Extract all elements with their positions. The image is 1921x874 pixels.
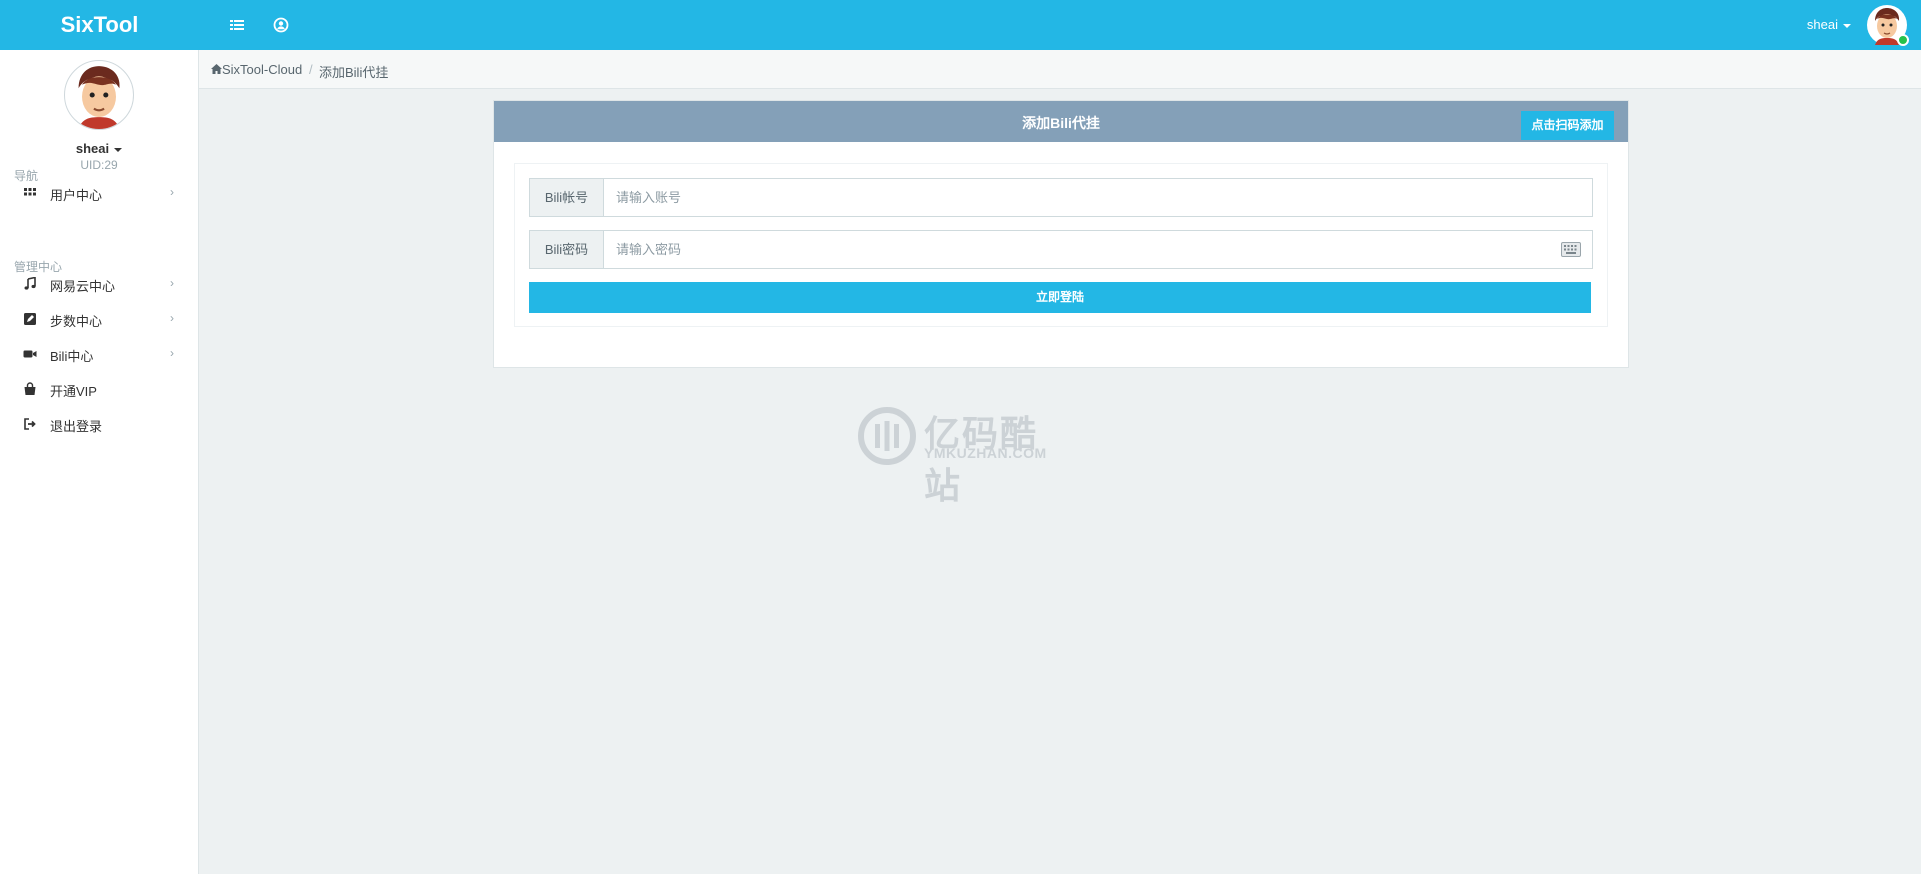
chevron-right-icon: ›: [170, 346, 174, 360]
panel-title: 添加Bili代挂: [1022, 115, 1100, 131]
sidebar-item-label: Bili中心: [50, 349, 94, 364]
watermark-domain: YMKUZHAN.COM: [924, 445, 1047, 461]
account-label: Bili帐号: [530, 179, 604, 216]
video-camera-icon: [23, 350, 37, 358]
edit-square-icon: [24, 313, 36, 325]
music-icon: [24, 277, 36, 290]
caret-down-icon: [1843, 23, 1851, 28]
sidebar-user-name: sheai: [75, 141, 110, 156]
breadcrumb: SixTool-Cloud / 添加Bili代挂: [199, 50, 1921, 89]
sidebar-item-user-center[interactable]: 用户中心 ›: [0, 178, 198, 208]
grid-icon: [24, 188, 36, 196]
sidebar-item-steps-center[interactable]: 步数中心 ›: [0, 304, 198, 334]
scan-add-button[interactable]: 点击扫码添加: [1521, 111, 1614, 140]
account-input[interactable]: [604, 179, 1596, 216]
sidebar-item-label: 用户中心: [50, 188, 103, 203]
sidebar-item-bili-center[interactable]: Bili中心 ›: [0, 339, 198, 369]
brand-logo[interactable]: SixTool: [0, 0, 199, 50]
chevron-right-icon: ›: [170, 311, 174, 325]
password-label: Bili密码: [530, 231, 604, 268]
keyboard-icon[interactable]: [1561, 242, 1581, 257]
chevron-right-icon: ›: [170, 276, 174, 290]
breadcrumb-home-link[interactable]: SixTool-Cloud: [222, 62, 302, 77]
sidebar-user-dropdown[interactable]: sheai: [0, 141, 198, 156]
shopping-bag-icon: [24, 382, 36, 395]
watermark-logo-icon: [858, 407, 916, 465]
sidebar-item-vip[interactable]: 开通VIP: [0, 374, 198, 404]
user-circle-icon[interactable]: [272, 16, 290, 34]
add-bili-panel: 添加Bili代挂 点击扫码添加 Bili帐号 Bili密码 立即登陆: [493, 100, 1629, 368]
sidebar-item-netease-center[interactable]: 网易云中心 ›: [0, 269, 198, 299]
breadcrumb-current: 添加Bili代挂: [319, 65, 389, 80]
home-icon: [211, 64, 222, 74]
sidebar-item-logout[interactable]: 退出登录: [0, 409, 198, 439]
sidebar-item-label: 步数中心: [50, 314, 103, 329]
chevron-right-icon: ›: [170, 185, 174, 199]
breadcrumb-separator: /: [309, 62, 313, 77]
login-submit-button[interactable]: 立即登陆: [529, 282, 1591, 313]
list-menu-icon[interactable]: [228, 16, 246, 34]
top-navbar: SixTool sheai: [0, 0, 1921, 50]
user-dropdown[interactable]: sheai: [1807, 17, 1851, 32]
caret-down-icon: [114, 147, 123, 152]
avatar-image: [78, 66, 120, 129]
sidebar-item-label: 网易云中心: [50, 279, 116, 294]
password-input-group: Bili密码: [529, 230, 1596, 269]
sidebar-avatar[interactable]: [64, 60, 134, 130]
sidebar: sheai UID:29 导航 用户中心 › 管理中心 网易云中心 › 步数中心…: [0, 50, 199, 874]
watermark: 亿码酷站 YMKUZHAN.COM: [858, 405, 1068, 506]
account-input-group: Bili帐号: [529, 178, 1596, 217]
sidebar-item-label: 开通VIP: [50, 384, 97, 399]
password-input[interactable]: [604, 231, 1596, 268]
sidebar-item-label: 退出登录: [50, 419, 103, 434]
sign-out-icon: [24, 418, 36, 430]
panel-header: 添加Bili代挂 点击扫码添加: [494, 101, 1628, 142]
online-status-indicator: [1897, 34, 1909, 46]
login-form: Bili帐号 Bili密码 立即登陆: [514, 163, 1608, 327]
user-name: sheai: [1806, 17, 1838, 32]
